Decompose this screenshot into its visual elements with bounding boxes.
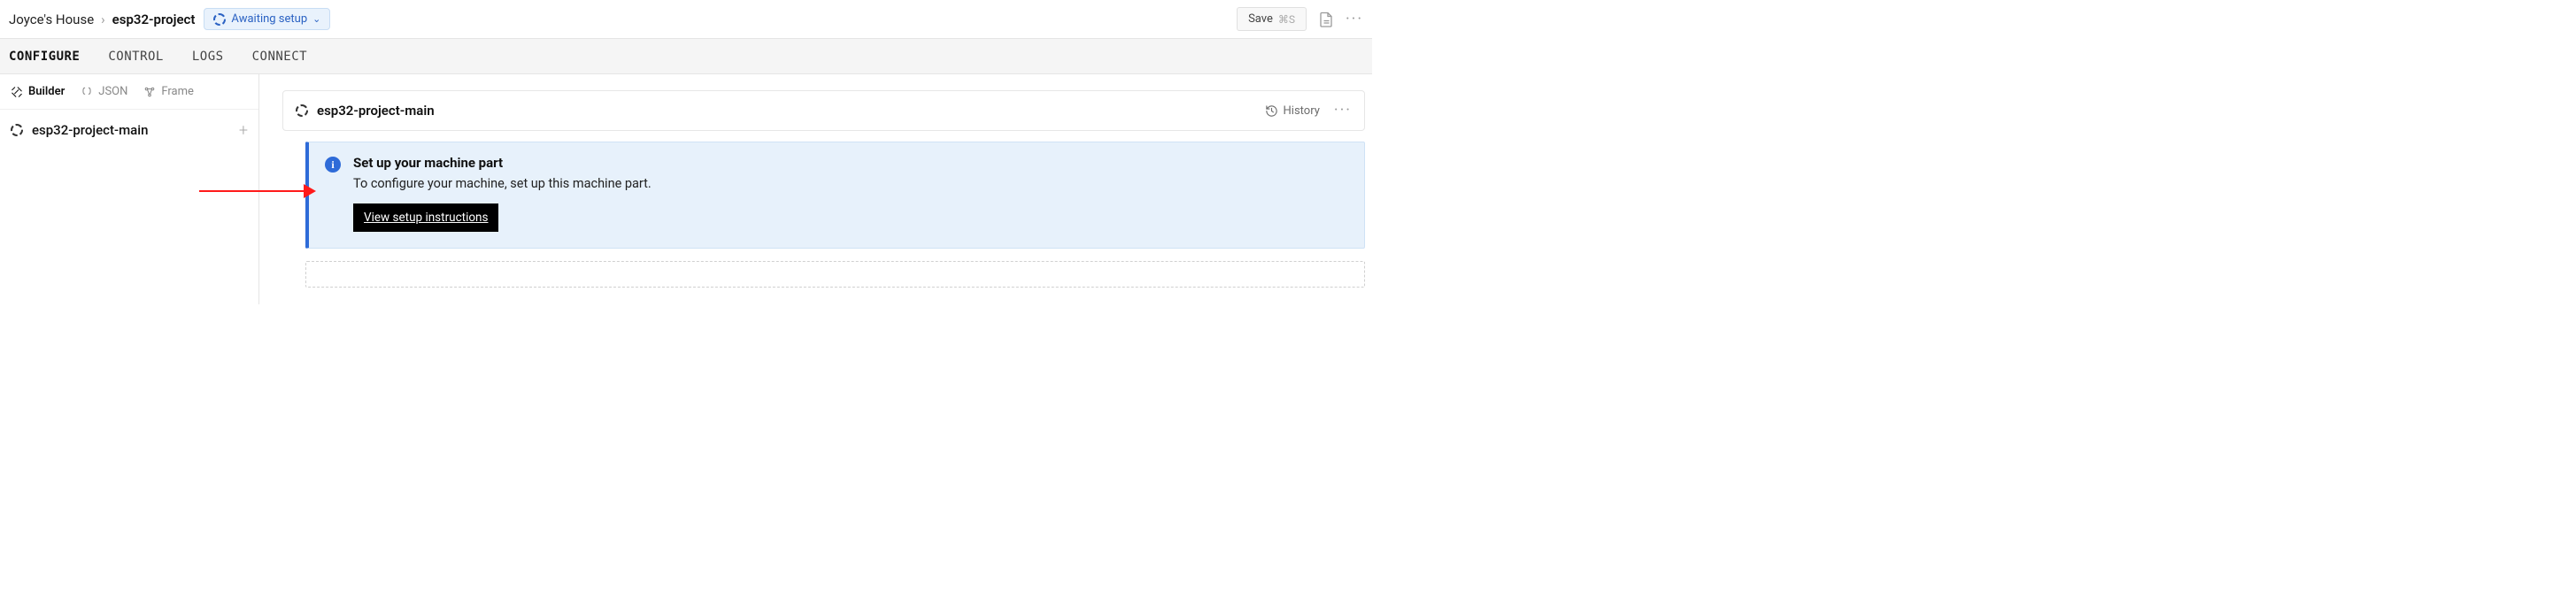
breadcrumb: Joyce's House › esp32-project: [9, 12, 195, 27]
save-shortcut: ⌘S: [1278, 13, 1295, 26]
side-tab-builder-label: Builder: [28, 85, 65, 98]
add-button[interactable]: +: [239, 121, 248, 140]
spinner-icon: [11, 124, 23, 136]
side-tab-json-label: JSON: [98, 85, 127, 98]
sidebar-project-name: esp32-project-main: [32, 122, 148, 138]
info-icon: i: [325, 157, 341, 173]
ellipsis-icon: ···: [1346, 12, 1363, 27]
spinner-icon: [213, 13, 226, 26]
empty-drop-zone[interactable]: [305, 261, 1365, 288]
breadcrumb-project[interactable]: esp32-project: [112, 12, 196, 27]
main-tabs: CONFIGURE CONTROL LOGS CONNECT: [0, 39, 1372, 74]
history-button[interactable]: History: [1265, 104, 1320, 118]
save-button[interactable]: Save ⌘S: [1237, 7, 1307, 31]
banner-text: To configure your machine, set up this m…: [353, 176, 652, 191]
side-tab-frame[interactable]: Frame: [143, 85, 194, 98]
chevron-right-icon: ›: [101, 12, 105, 27]
save-label: Save: [1248, 12, 1273, 26]
spinner-icon: [296, 104, 308, 117]
panel-title: esp32-project-main: [317, 103, 435, 119]
main-panel: esp32-project-main History ···: [282, 90, 1365, 131]
setup-banner: i Set up your machine part To configure …: [305, 142, 1365, 249]
tab-configure[interactable]: CONFIGURE: [9, 50, 80, 64]
tab-control[interactable]: CONTROL: [108, 50, 164, 64]
breadcrumb-location[interactable]: Joyce's House: [9, 12, 94, 27]
sidebar: Builder JSON Frame esp32-project-main: [0, 74, 259, 304]
view-setup-button[interactable]: View setup instructions: [353, 203, 498, 232]
document-icon[interactable]: [1317, 11, 1335, 28]
more-menu-button[interactable]: ···: [1346, 11, 1363, 28]
history-icon: [1265, 104, 1278, 118]
banner-title: Set up your machine part: [353, 155, 652, 171]
panel-more-button[interactable]: ···: [1334, 103, 1352, 119]
status-label: Awaiting setup: [231, 12, 307, 26]
status-pill[interactable]: Awaiting setup ⌄: [204, 8, 330, 30]
side-tab-frame-label: Frame: [161, 85, 194, 98]
side-tab-json[interactable]: JSON: [81, 85, 127, 98]
sidebar-project-row[interactable]: esp32-project-main +: [0, 110, 258, 150]
side-tab-builder[interactable]: Builder: [11, 85, 65, 98]
chevron-down-icon: ⌄: [312, 13, 320, 25]
tab-connect[interactable]: CONNECT: [252, 50, 308, 64]
tab-logs[interactable]: LOGS: [192, 50, 224, 64]
history-label: History: [1284, 104, 1320, 118]
